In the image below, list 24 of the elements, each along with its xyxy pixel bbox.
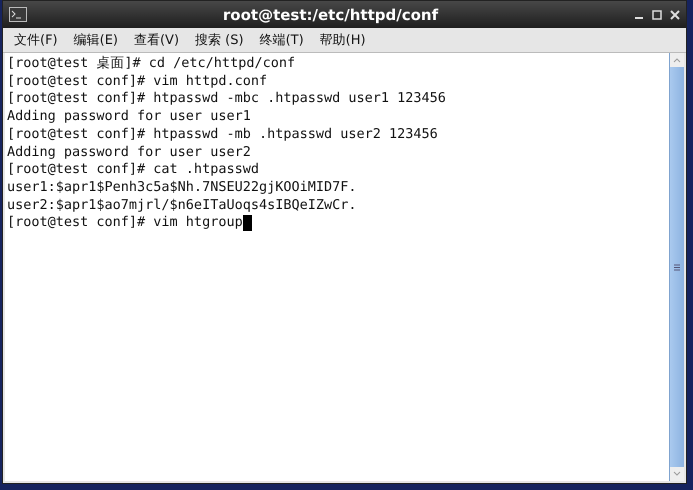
menu-item[interactable]: 编辑(E): [72, 30, 119, 50]
terminal-line: Adding password for user user2: [7, 144, 251, 162]
menu-item[interactable]: 查看(V): [132, 30, 180, 50]
terminal-line: [root@test conf]# cat .htpasswd: [7, 161, 259, 179]
menu-item[interactable]: 帮助(H): [318, 30, 367, 50]
terminal-icon: [9, 7, 27, 22]
terminal-line: [root@test 桌面]# cd /etc/httpd/conf: [7, 55, 296, 73]
terminal-line: user2:$apr1$ao7mjrl/$n6eITaUoqs4sIBQeIZwCr.: [7, 196, 356, 214]
terminal-line: [root@test conf]# vim htgroup: [7, 214, 243, 232]
close-icon[interactable]: [670, 10, 680, 20]
terminal-line: [root@test conf]# htpasswd -mb .htpasswd user2 123456: [7, 126, 438, 144]
window-title: root@test:/etc/httpd/conf: [222, 6, 440, 24]
menu-item[interactable]: 搜索 (S): [194, 30, 245, 50]
menu-item[interactable]: 文件(F): [13, 30, 59, 50]
terminal-line: Adding password for user user1: [7, 108, 251, 126]
grip-icon[interactable]: [674, 264, 680, 270]
menu-item[interactable]: 终端(T): [258, 30, 305, 50]
terminal-line: user1:$apr1$Penh3c5a$Nh.7NSEU22gjKOOiMID7F.: [7, 178, 356, 197]
maximize-icon[interactable]: [652, 10, 662, 20]
terminal-line: [root@test conf]# htpasswd -mbc .htpasswd user1 123456: [7, 90, 446, 108]
terminal-line: [root@test conf]# vim httpd.conf: [7, 72, 268, 90]
scroll-up-icon[interactable]: [670, 53, 684, 67]
scrollbar[interactable]: [669, 53, 684, 481]
scroll-down-icon[interactable]: [670, 467, 684, 481]
